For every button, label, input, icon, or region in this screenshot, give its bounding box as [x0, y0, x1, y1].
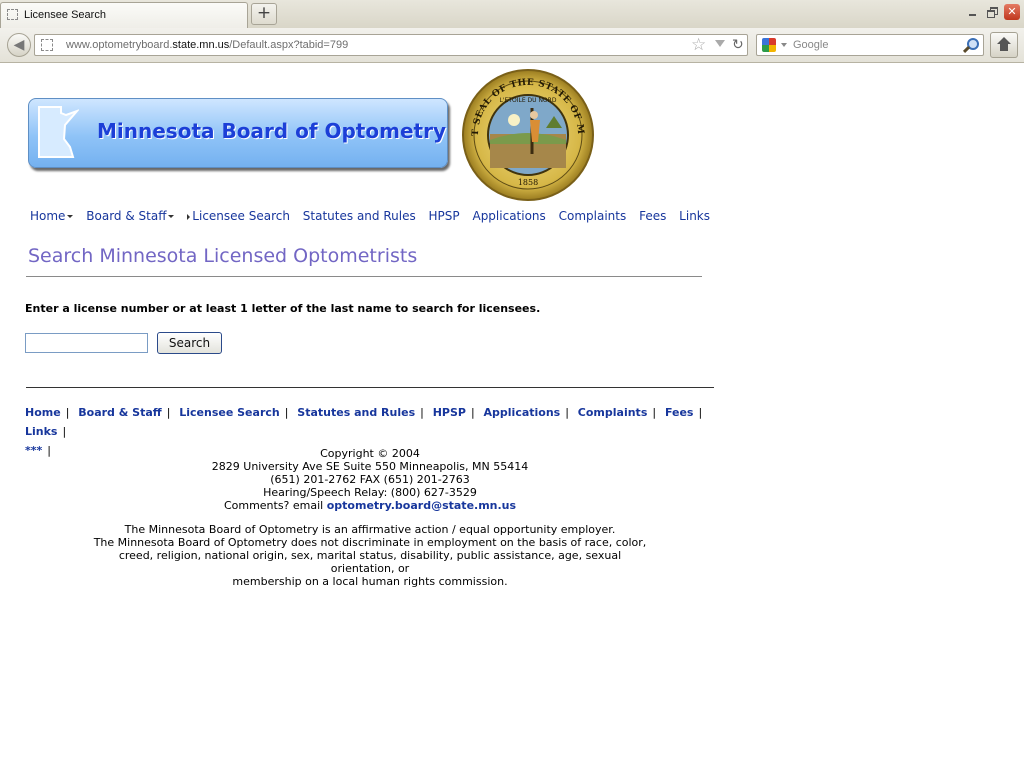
- back-arrow-icon: ◀: [13, 37, 25, 53]
- minimize-icon[interactable]: [966, 5, 980, 19]
- nav-item-fees[interactable]: Fees: [639, 209, 666, 223]
- bookmark-star-icon[interactable]: ☆: [691, 35, 706, 55]
- url-path: /Default.aspx?tabid=799: [229, 39, 349, 51]
- search-placeholder: Google: [793, 39, 829, 51]
- nav-item-licensee-search[interactable]: Licensee Search: [187, 209, 290, 223]
- nav-item-statutes-rules[interactable]: Statutes and Rules: [303, 209, 416, 223]
- main-nav: Home Board & Staff Licensee Search Statu…: [30, 209, 719, 223]
- phone: (651) 201-2762 FAX (651) 201-2763: [270, 473, 470, 486]
- navigation-toolbar: ◀ www.optometryboard.state.mn.us/Default…: [0, 28, 1024, 63]
- footer-separator: |: [565, 406, 569, 419]
- search-bar[interactable]: Google: [756, 34, 984, 56]
- eeo-line: The Minnesota Board of Optometry is an a…: [124, 523, 616, 536]
- copyright: Copyright © 2004: [320, 447, 420, 460]
- footer-separator: |: [166, 406, 171, 419]
- url-host: state.mn.us: [172, 39, 230, 51]
- footer-divider: [26, 387, 714, 388]
- seal-motto: L'ETOILE DU NORD: [500, 97, 557, 104]
- search-button[interactable]: Search: [157, 332, 222, 354]
- back-button[interactable]: ◀: [7, 33, 31, 57]
- close-icon[interactable]: ✕: [1004, 4, 1020, 20]
- banner-title: Minnesota Board of Optometry: [97, 119, 446, 143]
- footer-link-links[interactable]: Links: [25, 425, 57, 438]
- seal-year: 1858: [518, 178, 538, 187]
- footer-link-applications[interactable]: Applications: [484, 406, 561, 419]
- eeo-statement: The Minnesota Board of Optometry is an a…: [90, 523, 650, 588]
- title-divider: [26, 276, 702, 277]
- footer-separator: |: [65, 406, 70, 419]
- url-prefix: www.optometryboard.: [66, 39, 173, 51]
- url-text[interactable]: www.optometryboard.state.mn.us/Default.a…: [66, 39, 348, 51]
- history-dropdown-icon[interactable]: [715, 40, 725, 47]
- page-title: Search Minnesota Licensed Optometrists: [28, 245, 418, 267]
- google-icon[interactable]: [762, 38, 776, 52]
- state-seal-icon: THE GREAT SEAL OF THE STATE OF MINNESOTA…: [460, 68, 594, 201]
- nav-label: Board & Staff: [86, 209, 167, 223]
- footer-link-hpsp[interactable]: HPSP: [433, 406, 466, 419]
- minnesota-outline-icon: [38, 106, 79, 158]
- footer-link-stars[interactable]: ***: [25, 444, 42, 457]
- footer-link-fees[interactable]: Fees: [665, 406, 694, 419]
- nav-item-complaints[interactable]: Complaints: [559, 209, 627, 223]
- footer-link-board-staff[interactable]: Board & Staff: [78, 406, 161, 419]
- comments-line: Comments? email optometry.board@state.mn…: [90, 499, 650, 512]
- search-instructions: Enter a license number or at least 1 let…: [25, 302, 541, 315]
- banner-bar: Minnesota Board of Optometry: [28, 98, 448, 168]
- nav-label: Licensee Search: [192, 209, 290, 223]
- footer-contact: Copyright © 2004 2829 University Ave SE …: [90, 447, 650, 512]
- footer-separator: |: [47, 444, 51, 457]
- home-button[interactable]: [990, 32, 1018, 58]
- reload-icon[interactable]: ↻: [732, 36, 744, 54]
- chevron-down-icon: [67, 215, 74, 218]
- footer-separator: |: [284, 406, 289, 419]
- nav-item-links[interactable]: Links: [679, 209, 710, 223]
- footer-separator: |: [652, 406, 657, 419]
- relay: Hearing/Speech Relay: (800) 627-3529: [263, 486, 477, 499]
- nav-label: Home: [30, 209, 66, 223]
- footer-link-licensee-search[interactable]: Licensee Search: [179, 406, 279, 419]
- magnifier-icon[interactable]: [962, 37, 979, 53]
- engine-dropdown-icon[interactable]: [781, 43, 787, 47]
- nav-item-hpsp[interactable]: HPSP: [429, 209, 460, 223]
- footer-link-statutes-rules[interactable]: Statutes and Rules: [297, 406, 415, 419]
- address: 2829 University Ave SE Suite 550 Minneap…: [211, 460, 529, 473]
- eeo-line: creed, religion, national origin, sex, m…: [118, 549, 622, 575]
- site-identity-icon[interactable]: [41, 39, 53, 51]
- license-search-input[interactable]: [25, 333, 148, 353]
- nav-item-applications[interactable]: Applications: [472, 209, 545, 223]
- eeo-line: membership on a local human rights commi…: [232, 575, 508, 588]
- address-bar[interactable]: www.optometryboard.state.mn.us/Default.a…: [34, 34, 748, 56]
- nav-item-home[interactable]: Home: [30, 209, 74, 223]
- footer-separator: |: [698, 406, 703, 419]
- nav-item-board-staff[interactable]: Board & Staff: [86, 209, 175, 223]
- chevron-right-icon: [187, 213, 191, 220]
- restore-icon[interactable]: [986, 5, 1000, 19]
- eeo-line: The Minnesota Board of Optometry does no…: [93, 536, 647, 549]
- footer-separator: |: [62, 425, 67, 438]
- footer-link-home[interactable]: Home: [25, 406, 61, 419]
- footer-separator: |: [470, 406, 475, 419]
- chevron-down-icon: [168, 215, 175, 218]
- email-link[interactable]: optometry.board@state.mn.us: [327, 499, 516, 512]
- comments-prefix: Comments? email: [223, 499, 327, 512]
- browser-tab[interactable]: Licensee Search: [0, 2, 248, 28]
- site-banner: Minnesota Board of Optometry: [28, 98, 448, 168]
- new-tab-button[interactable]: +: [251, 3, 277, 25]
- page-favicon-icon: [7, 9, 18, 20]
- footer-link-complaints[interactable]: Complaints: [578, 406, 648, 419]
- tab-title: Licensee Search: [24, 9, 106, 21]
- tab-bar: Licensee Search + ✕: [0, 0, 1024, 29]
- footer-separator: |: [420, 406, 424, 419]
